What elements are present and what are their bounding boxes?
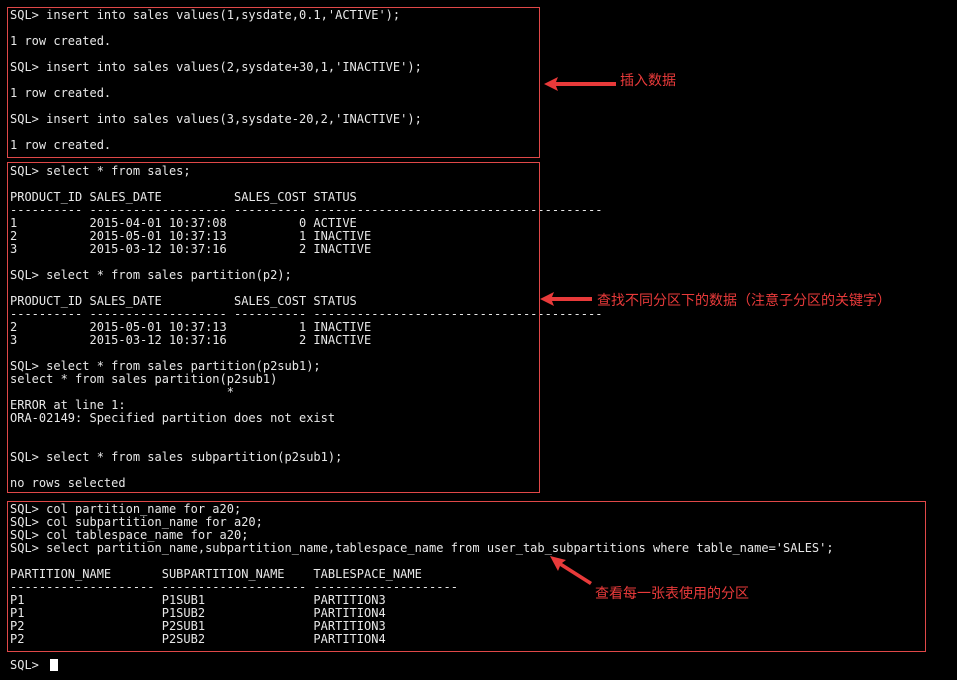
text-cursor xyxy=(50,659,58,671)
sql-prompt[interactable]: SQL> xyxy=(10,659,46,672)
insert-note: 插入数据 xyxy=(620,73,676,89)
insert-highlight-box xyxy=(7,7,540,158)
arrow-icon xyxy=(544,77,616,91)
arrow-icon xyxy=(540,292,592,306)
query-highlight-box xyxy=(7,162,540,493)
subpartition-highlight-box xyxy=(7,501,926,652)
arrow-icon xyxy=(550,556,592,585)
subpartition-note: 查看每一张表使用的分区 xyxy=(595,586,749,602)
query-note: 查找不同分区下的数据（注意子分区的关键字） xyxy=(597,293,891,309)
